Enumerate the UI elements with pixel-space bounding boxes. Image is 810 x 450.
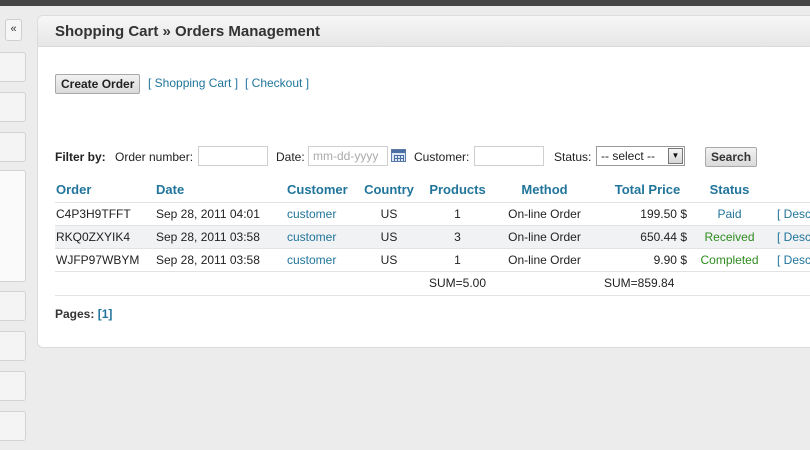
- sidebar-menu-item[interactable]: [0, 371, 26, 401]
- total-price-cell: 9.90 $: [653, 253, 687, 267]
- page-title: Shopping Cart » Orders Management: [55, 23, 321, 40]
- method-cell: On-line Order: [508, 207, 581, 221]
- country-cell: US: [380, 230, 398, 244]
- total-price-sum: SUM=859.84: [604, 276, 675, 290]
- shopping-cart-link[interactable]: [ Shopping Cart ]: [148, 76, 238, 90]
- status-select-value: -- select --: [601, 149, 655, 163]
- sidebar-menu-item[interactable]: [0, 52, 26, 82]
- filter-bar: Filter by: Order number: Date: Customer:…: [38, 146, 798, 168]
- table-row: WJFP97WBYM Sep 28, 2011 03:58 customer U…: [55, 249, 810, 272]
- page-link-current[interactable]: [1]: [98, 307, 113, 321]
- date-input[interactable]: [308, 146, 388, 166]
- status-cell: Paid: [717, 207, 742, 221]
- calendar-icon[interactable]: [391, 149, 406, 162]
- order-number-cell: RKQ0ZXYIK4: [56, 230, 131, 244]
- column-header-products[interactable]: Products: [426, 178, 489, 202]
- table-row: RKQ0ZXYIK4 Sep 28, 2011 03:58 customer U…: [55, 226, 810, 249]
- filter-by-label: Filter by:: [55, 150, 106, 164]
- customer-label: Customer:: [414, 150, 470, 164]
- summary-row: SUM=5.00 SUM=859.84: [55, 272, 810, 296]
- column-header-country[interactable]: Country: [362, 178, 416, 202]
- pages-label: Pages:: [55, 307, 95, 321]
- sidebar-menu-item[interactable]: [0, 331, 26, 361]
- country-cell: US: [380, 207, 398, 221]
- date-label: Date:: [276, 150, 305, 164]
- order-number-input[interactable]: [198, 146, 268, 166]
- collapse-menu-button[interactable]: «: [5, 19, 22, 41]
- total-price-cell: 199.50 $: [640, 207, 687, 221]
- order-number-cell: C4P3H9TFFT: [56, 207, 131, 221]
- products-sum: SUM=5.00: [428, 276, 487, 290]
- status-cell: Completed: [700, 253, 759, 267]
- column-header-total-price[interactable]: Total Price: [595, 178, 700, 202]
- column-header-order[interactable]: Order: [56, 178, 91, 202]
- sidebar-menu-item[interactable]: [0, 291, 26, 321]
- products-cell: 3: [454, 230, 461, 244]
- column-header-method[interactable]: Method: [499, 178, 590, 202]
- country-cell: US: [380, 253, 398, 267]
- admin-top-bar: [0, 0, 810, 6]
- order-description-link[interactable]: [ Desc: [777, 226, 810, 248]
- customer-link[interactable]: customer: [287, 203, 336, 225]
- chevron-down-icon[interactable]: ▼: [668, 148, 683, 164]
- order-description-link[interactable]: [ Desc: [777, 203, 810, 225]
- date-cell: Sep 28, 2011 04:01: [156, 207, 260, 221]
- customer-input[interactable]: [474, 146, 544, 166]
- method-cell: On-line Order: [508, 253, 581, 267]
- order-number-cell: WJFP97WBYM: [56, 253, 140, 267]
- sidebar-menu-item[interactable]: [0, 411, 26, 441]
- date-cell: Sep 28, 2011 03:58: [156, 253, 260, 267]
- pagination: Pages: [1]: [55, 307, 112, 321]
- total-price-cell: 650.44 $: [640, 230, 687, 244]
- customer-link[interactable]: customer: [287, 226, 336, 248]
- date-cell: Sep 28, 2011 03:58: [156, 230, 260, 244]
- column-header-date[interactable]: Date: [156, 178, 184, 202]
- products-cell: 1: [454, 207, 461, 221]
- customer-link[interactable]: customer: [287, 249, 336, 271]
- column-header-customer[interactable]: Customer: [287, 178, 348, 202]
- status-select[interactable]: -- select -- ▼: [596, 146, 685, 166]
- products-cell: 1: [454, 253, 461, 267]
- order-number-label: Order number:: [115, 150, 194, 164]
- orders-panel: Shopping Cart » Orders Management Create…: [37, 15, 810, 348]
- sidebar-menu-item[interactable]: [0, 132, 26, 162]
- checkout-link[interactable]: [ Checkout ]: [245, 76, 309, 90]
- sidebar-menu-item-active[interactable]: [0, 170, 26, 282]
- status-cell: Received: [704, 230, 755, 244]
- search-button[interactable]: Search: [705, 147, 758, 167]
- column-header-status[interactable]: Status: [692, 178, 767, 202]
- panel-header: Shopping Cart » Orders Management: [38, 16, 810, 47]
- sidebar-menu-item[interactable]: [0, 92, 26, 122]
- table-header-row: Order Date Customer Country Products Met…: [55, 178, 810, 203]
- create-order-button[interactable]: Create Order: [55, 74, 141, 94]
- table-row: C4P3H9TFFT Sep 28, 2011 04:01 customer U…: [55, 203, 810, 226]
- method-cell: On-line Order: [508, 230, 581, 244]
- status-label: Status:: [554, 150, 592, 164]
- orders-table: Order Date Customer Country Products Met…: [55, 178, 810, 296]
- order-description-link[interactable]: [ Desc: [777, 249, 810, 271]
